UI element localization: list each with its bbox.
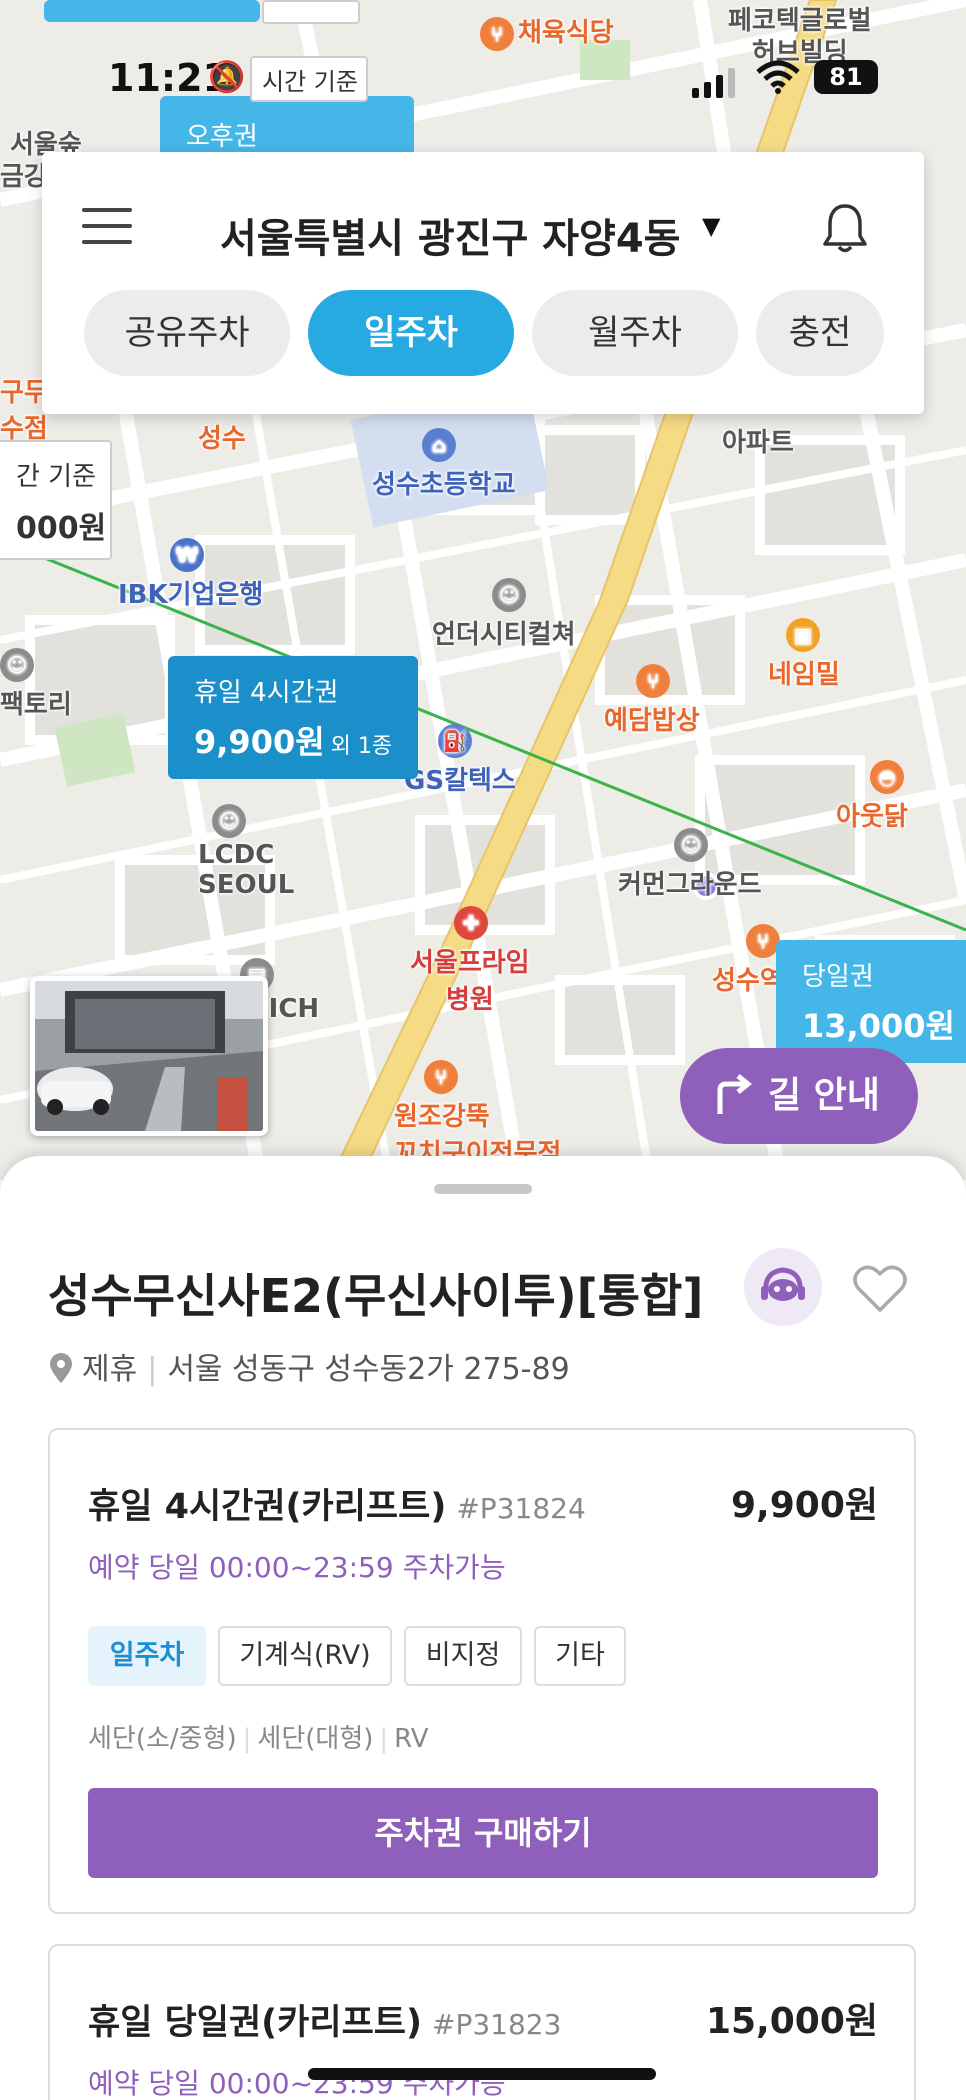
tag-chip: 일주차	[88, 1626, 206, 1686]
poi-factory[interactable]: ☺ 팩토리	[0, 648, 72, 721]
buy-ticket-button[interactable]: 주차권 구매하기	[88, 1788, 878, 1878]
poi-apartment[interactable]: 아파트	[722, 422, 794, 459]
ai-assistant-button[interactable]	[744, 1248, 822, 1326]
poi-school[interactable]: ⌂ 성수초등학교	[372, 428, 516, 501]
ticket-availability: 예약 당일 00:00~23:59 주차가능	[88, 1551, 506, 1584]
lot-title: 성수무신사E2(무신사이투)[통합]	[48, 1269, 704, 1323]
wifi-icon	[756, 60, 800, 94]
lot-address: 서울 성동구 성수동2가 275-89	[167, 1352, 570, 1387]
face-icon: ☺	[212, 804, 246, 838]
tab-charging[interactable]: 충전	[756, 290, 884, 376]
poi-culture[interactable]: ☺ 언더시티컬쳐	[432, 578, 576, 651]
search-header-card: 서울특별시 광진구 자양4동 ▼ 공유주차 일주차 월주차 충전	[42, 152, 924, 414]
divider: |	[147, 1352, 158, 1387]
home-indicator[interactable]	[308, 2068, 656, 2080]
tag-chip: 기타	[534, 1626, 626, 1686]
status-bar: 11:21 🔕 81	[0, 0, 966, 160]
price-marker[interactable]: 휴일 4시간권 9,900원 외 1종	[168, 656, 419, 779]
battery-indicator: 81	[814, 60, 878, 94]
ticket-code: #P31824	[456, 1492, 586, 1525]
directions-button[interactable]: 길 안내	[680, 1048, 918, 1144]
ticket-name: 휴일 당일권(카리프트) #P31823	[88, 2003, 562, 2043]
face-icon: ☺	[492, 578, 526, 612]
face-icon: ☺	[674, 828, 708, 862]
tag-chip: 비지정	[404, 1626, 522, 1686]
lot-photo-thumbnail[interactable]	[30, 976, 268, 1136]
won-icon: ₩	[170, 538, 204, 572]
notification-bell-icon[interactable]	[822, 202, 868, 254]
heart-favorite-icon[interactable]	[852, 1264, 908, 1314]
poi-yedam[interactable]: ⑂ 예담밥상	[604, 664, 700, 737]
building-photo	[35, 981, 263, 1131]
sheet-drag-handle[interactable]	[434, 1184, 532, 1194]
fuel-icon: ⛽	[438, 724, 472, 758]
food-icon: ◓	[870, 760, 904, 794]
poi-seongsu[interactable]: 성수	[198, 418, 246, 455]
ticket-code: #P31823	[431, 2008, 562, 2041]
tab-monthly-parking[interactable]: 월주차	[532, 290, 738, 376]
tag-chip: 기계식(RV)	[218, 1626, 392, 1686]
ticket-name: 휴일 4시간권(카리프트) #P31824	[88, 1487, 586, 1527]
poi-outdak[interactable]: ◓ 아웃닭	[836, 760, 908, 833]
food-icon: ▣	[786, 618, 820, 652]
fork-knife-icon: ⑂	[746, 924, 780, 958]
fork-knife-icon: ⑂	[636, 664, 670, 698]
poi-common-ground[interactable]: ☺ 커먼그라운드	[618, 828, 762, 901]
location-pin-icon	[50, 1353, 72, 1383]
cell-signal-icon	[692, 68, 735, 98]
partner-label: 제휴	[82, 1352, 138, 1387]
lot-address-row: 제휴 | 서울 성동구 성수동2가 275-89	[48, 1344, 570, 1388]
face-icon: ☺	[0, 648, 34, 682]
school-icon: ⌂	[422, 428, 456, 462]
poi-seongsu-station[interactable]: ⑂ 성수역	[712, 924, 784, 997]
silent-mode-icon: 🔕	[208, 60, 246, 95]
poi-nameil[interactable]: ▣ 네임밀	[768, 618, 840, 691]
hourly-marker[interactable]: 간 기준 000원	[0, 440, 112, 560]
poi-lcdc[interactable]: ☺ LCDC SEOUL	[198, 804, 294, 900]
ticket-price: 15,000원	[705, 2001, 878, 2042]
poi-bank[interactable]: ₩ IBK기업은행	[118, 538, 263, 611]
tab-shared-parking[interactable]: 공유주차	[84, 290, 290, 376]
hospital-cross-icon: ✚	[454, 906, 488, 940]
app-screen: ⑂ 채육식당 페코텍글로벌 허브빌딩 서울숲 금강아 구두 수점 성수 ⌂ 성수초등…	[0, 0, 966, 2100]
lot-detail-sheet: 성수무신사E2(무신사이투)[통합] 제휴 | 서울 성동구 성수동2가 275-8…	[0, 1156, 966, 2100]
ticket-card[interactable]: 휴일 4시간권(카리프트) #P31824 9,900원 예약 당일 00:00~…	[48, 1428, 916, 1914]
fork-knife-icon: ⑂	[424, 1060, 458, 1094]
poi-hospital[interactable]: ✚ 서울프라임 병원	[410, 906, 530, 1016]
poi-gochi[interactable]: ⑂ 원조강뚝 꼬치구이전문점	[394, 1060, 561, 1170]
ticket-price: 9,900원	[731, 1485, 878, 1526]
assistant-face-icon	[761, 1267, 805, 1301]
poi-gas-station[interactable]: ⛽ GS칼텍스	[404, 724, 516, 797]
hamburger-menu-icon[interactable]	[82, 208, 132, 248]
caret-down-icon[interactable]: ▼	[702, 212, 720, 240]
poi-left-1[interactable]: 구두	[0, 372, 48, 409]
tab-daily-parking[interactable]: 일주차	[308, 290, 514, 376]
turn-right-icon	[717, 1074, 753, 1114]
vehicle-types: 세단(소/중형) | 세단(대형) | RV	[88, 1724, 429, 1754]
location-selector[interactable]: 서울특별시 광진구 자양4동	[220, 206, 680, 264]
price-marker-dayticket[interactable]: 당일권 13,000원	[776, 940, 966, 1063]
